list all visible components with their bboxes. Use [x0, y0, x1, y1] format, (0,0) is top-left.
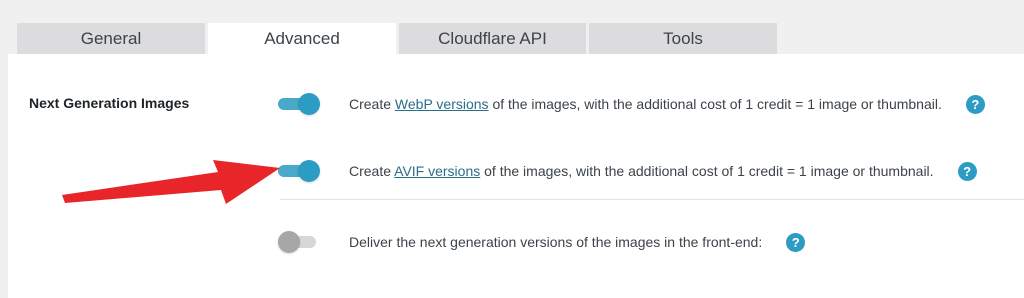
toggle-knob — [298, 160, 320, 182]
settings-tabs: General Advanced Cloudflare API Tools — [17, 23, 777, 54]
deliver-description: Deliver the next generation versions of … — [349, 234, 763, 250]
toggle-knob — [298, 93, 320, 115]
option-row-avif: Create AVIF versions of the images, with… — [278, 159, 977, 183]
description-prefix: Create — [349, 163, 395, 179]
webp-versions-link[interactable]: WebP versions — [395, 96, 489, 112]
tab-cloudflare-api[interactable]: Cloudflare API — [399, 23, 586, 54]
toggle-knob — [278, 231, 300, 253]
option-row-deliver: Deliver the next generation versions of … — [278, 230, 806, 254]
deliver-next-gen-toggle[interactable] — [278, 230, 320, 254]
tab-advanced[interactable]: Advanced — [208, 23, 396, 54]
tab-tools[interactable]: Tools — [589, 23, 777, 54]
section-label: Next Generation Images — [29, 95, 190, 111]
row-divider — [280, 199, 1024, 200]
description-suffix: of the images, with the additional cost … — [480, 163, 934, 179]
arrow-shape — [62, 160, 280, 204]
tab-general[interactable]: General — [17, 23, 205, 54]
description-prefix: Create — [349, 96, 395, 112]
description-suffix: of the images, with the additional cost … — [488, 96, 942, 112]
webp-toggle[interactable] — [278, 92, 320, 116]
help-icon[interactable]: ? — [957, 161, 977, 181]
avif-description: Create AVIF versions of the images, with… — [349, 163, 934, 179]
red-arrow-annotation — [62, 160, 280, 204]
webp-description: Create WebP versions of the images, with… — [349, 96, 942, 112]
option-row-webp: Create WebP versions of the images, with… — [278, 92, 985, 116]
help-icon[interactable]: ? — [965, 94, 985, 114]
help-icon[interactable]: ? — [786, 232, 806, 252]
avif-versions-link[interactable]: AVIF versions — [394, 163, 480, 179]
